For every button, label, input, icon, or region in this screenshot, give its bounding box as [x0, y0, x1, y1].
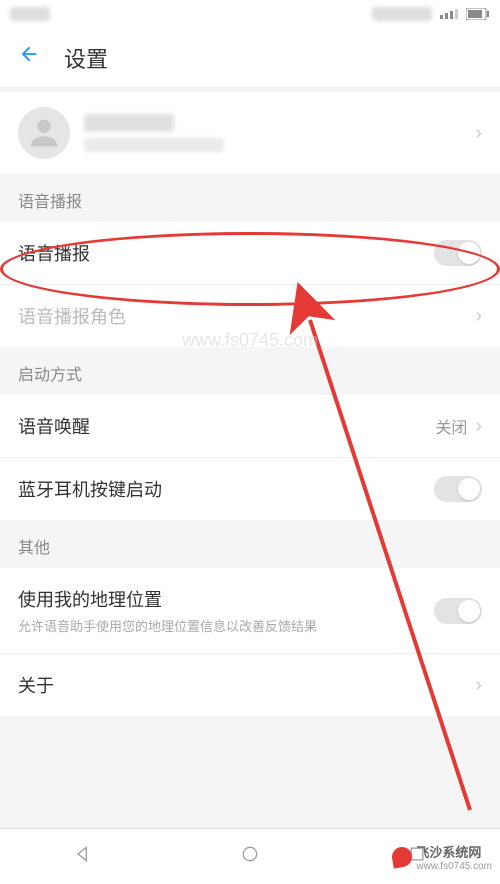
toggle-voice-broadcast[interactable]	[434, 240, 482, 266]
page-title: 设置	[64, 42, 108, 74]
arrow-left-icon	[18, 43, 40, 65]
circle-icon	[240, 844, 260, 864]
row-label: 语音播报角色	[18, 303, 475, 329]
row-label: 蓝牙耳机按键启动	[18, 476, 434, 502]
voice-list: 语音播报 语音播报角色 ›	[0, 222, 500, 347]
signal-icon	[440, 9, 458, 19]
row-label: 使用我的地理位置	[18, 586, 434, 612]
triangle-left-icon	[73, 844, 93, 864]
status-bar	[0, 0, 500, 28]
battery-icon	[466, 8, 490, 20]
chevron-right-icon: ›	[475, 305, 482, 328]
header: 设置	[0, 28, 500, 88]
nav-back-button[interactable]	[73, 844, 93, 870]
row-bluetooth-key[interactable]: 蓝牙耳机按键启动	[0, 458, 500, 520]
profile-text	[84, 114, 475, 152]
back-button[interactable]	[18, 43, 40, 72]
watermark-brand-url: www.fs0745.com	[416, 861, 492, 872]
status-right-blur	[372, 7, 432, 21]
row-voice-wake[interactable]: 语音唤醒 关闭 ›	[0, 395, 500, 458]
row-about[interactable]: 关于 ›	[0, 654, 500, 716]
row-voice-role[interactable]: 语音播报角色 ›	[0, 285, 500, 347]
avatar	[18, 107, 70, 159]
chevron-right-icon: ›	[475, 122, 482, 145]
chevron-right-icon: ›	[475, 674, 482, 697]
section-header-voice: 语音播报	[0, 174, 500, 222]
row-location[interactable]: 使用我的地理位置 允许语音助手使用您的地理位置信息以改善反馈结果	[0, 568, 500, 654]
row-label: 语音播报	[18, 240, 434, 266]
row-subtitle: 允许语音助手使用您的地理位置信息以改善反馈结果	[18, 616, 434, 635]
other-list: 使用我的地理位置 允许语音助手使用您的地理位置信息以改善反馈结果 关于 ›	[0, 568, 500, 716]
row-voice-broadcast[interactable]: 语音播报	[0, 222, 500, 285]
chevron-right-icon: ›	[475, 415, 482, 438]
toggle-location[interactable]	[434, 598, 482, 624]
startup-list: 语音唤醒 关闭 › 蓝牙耳机按键启动	[0, 395, 500, 520]
person-icon	[24, 113, 64, 153]
status-right	[372, 7, 490, 21]
profile-row[interactable]: ›	[0, 92, 500, 174]
section-header-other: 其他	[0, 520, 500, 568]
toggle-bluetooth[interactable]	[434, 476, 482, 502]
watermark-brand: 飞沙系统网 www.fs0745.com	[392, 842, 492, 872]
status-left-blur	[10, 7, 50, 21]
row-value: 关闭	[435, 414, 467, 438]
profile-sub-blur	[84, 138, 224, 152]
nav-home-button[interactable]	[240, 844, 260, 870]
profile-name-blur	[84, 114, 174, 132]
section-header-startup: 启动方式	[0, 347, 500, 395]
row-label: 语音唤醒	[18, 413, 435, 439]
brand-logo-icon	[391, 845, 414, 868]
row-label: 关于	[18, 672, 475, 698]
watermark-brand-name: 飞沙系统网	[416, 842, 492, 861]
